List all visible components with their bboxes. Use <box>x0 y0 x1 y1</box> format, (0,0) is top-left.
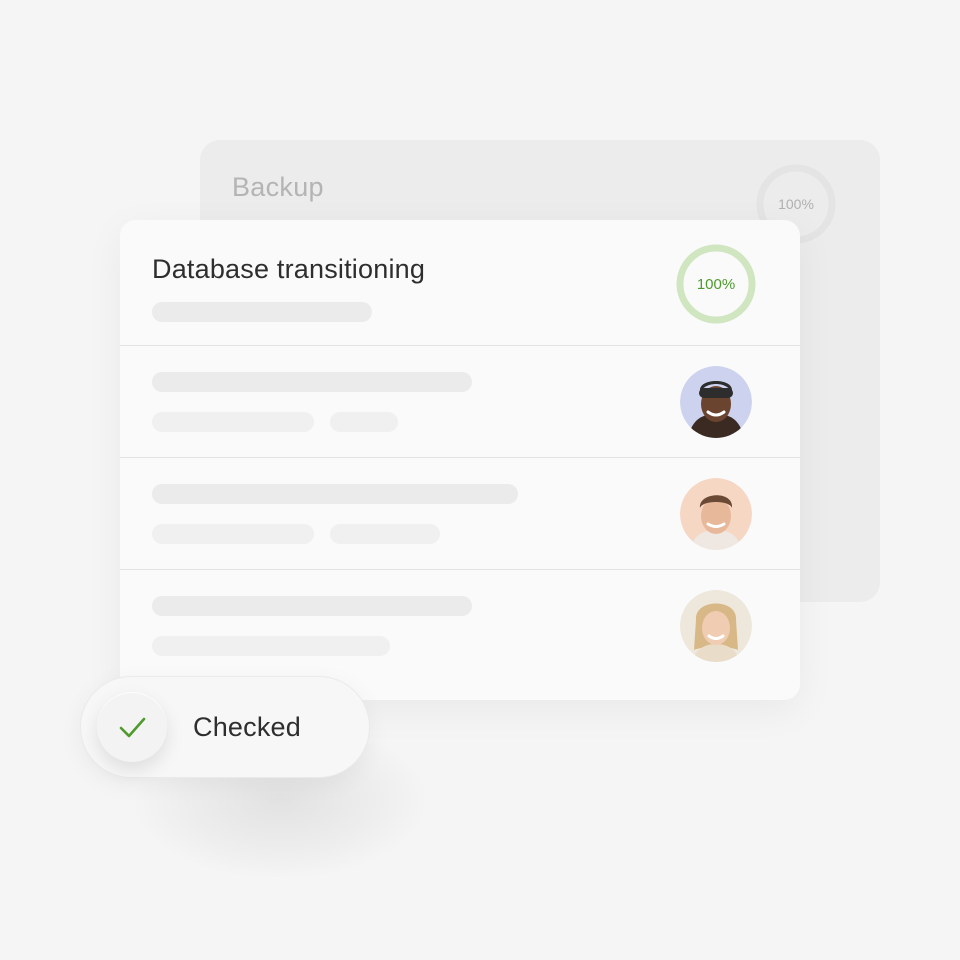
checkmark-icon <box>119 717 146 738</box>
row-title-placeholder <box>152 596 472 616</box>
stage: Backup 100% Database transitioning 100% <box>0 0 960 960</box>
row-meta-placeholder <box>152 412 314 432</box>
avatar-person-3 <box>680 590 752 662</box>
check-button[interactable] <box>97 692 167 762</box>
database-progress-label: 100% <box>696 275 736 293</box>
database-progress-ring: 100% <box>676 244 756 324</box>
row-title-placeholder <box>152 372 472 392</box>
row-meta-placeholder <box>152 636 390 656</box>
list-item[interactable] <box>120 458 800 570</box>
avatar[interactable] <box>680 590 752 662</box>
list-item[interactable] <box>120 570 800 682</box>
avatar[interactable] <box>680 478 752 550</box>
database-card-title: Database transitioning <box>152 254 426 284</box>
checked-status-pill[interactable]: Checked <box>80 676 370 778</box>
row-title-placeholder <box>152 484 518 504</box>
avatar-person-2 <box>680 478 752 550</box>
row-meta-placeholder <box>330 412 398 432</box>
subtitle-placeholder <box>152 302 372 322</box>
checked-label: Checked <box>193 712 301 742</box>
row-meta-placeholder <box>330 524 440 544</box>
avatar[interactable] <box>680 366 752 438</box>
list-item[interactable] <box>120 346 800 458</box>
backup-card-title: Backup <box>232 172 324 202</box>
row-meta-placeholder <box>152 524 314 544</box>
avatar-person-1 <box>680 366 752 438</box>
database-card[interactable]: Database transitioning 100% <box>120 220 800 700</box>
database-card-header: Database transitioning 100% <box>120 220 800 346</box>
